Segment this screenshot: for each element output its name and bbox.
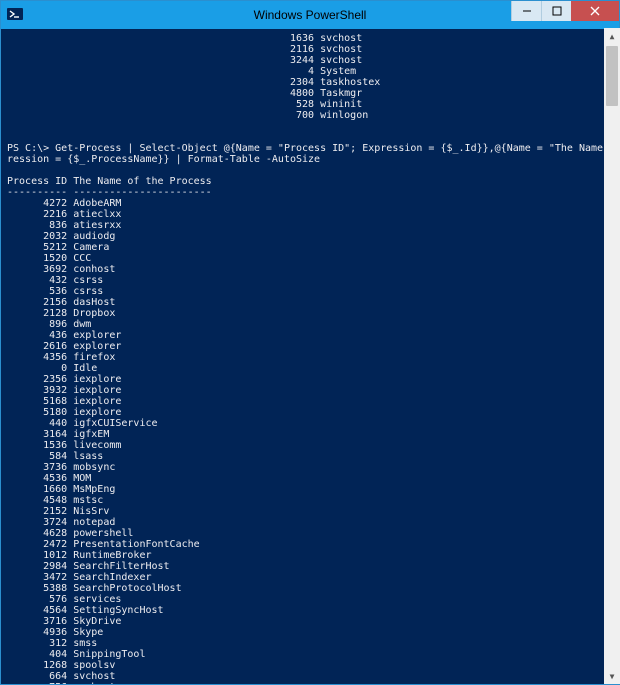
process-row: 2216 atieclxx bbox=[7, 209, 619, 220]
process-row: 664 svchost bbox=[7, 671, 619, 682]
process-row: 700 winlogon bbox=[7, 110, 619, 121]
process-row: 312 smss bbox=[7, 638, 619, 649]
scroll-down-button[interactable]: ▼ bbox=[604, 668, 620, 684]
process-row: 2304 taskhostex bbox=[7, 77, 619, 88]
scroll-thumb[interactable] bbox=[606, 46, 618, 106]
process-row: 440 igfxCUIService bbox=[7, 418, 619, 429]
table-divider: ---------- ----------------------- bbox=[7, 187, 619, 198]
close-button[interactable] bbox=[571, 1, 619, 21]
process-row: 756 svchost bbox=[7, 682, 619, 684]
process-row: 4356 firefox bbox=[7, 352, 619, 363]
process-row: 2032 audiodg bbox=[7, 231, 619, 242]
process-row: 3164 igfxEM bbox=[7, 429, 619, 440]
process-row: 3244 svchost bbox=[7, 55, 619, 66]
process-row: 2152 NisSrv bbox=[7, 506, 619, 517]
app-icon bbox=[7, 6, 23, 22]
process-row: 5212 Camera bbox=[7, 242, 619, 253]
command-line: PS C:\> Get-Process | Select-Object @{Na… bbox=[7, 143, 619, 154]
process-row: 4 System bbox=[7, 66, 619, 77]
command-line: ression = {$_.ProcessName}} | Format-Tab… bbox=[7, 154, 619, 165]
process-row: 404 SnippingTool bbox=[7, 649, 619, 660]
process-row: 4800 Taskmgr bbox=[7, 88, 619, 99]
process-row: 2472 PresentationFontCache bbox=[7, 539, 619, 550]
blank-line bbox=[7, 121, 619, 132]
process-row: 0 Idle bbox=[7, 363, 619, 374]
process-row: 1520 CCC bbox=[7, 253, 619, 264]
process-row: 3716 SkyDrive bbox=[7, 616, 619, 627]
process-row: 436 explorer bbox=[7, 330, 619, 341]
process-row: 4272 AdobeARM bbox=[7, 198, 619, 209]
process-row: 2616 explorer bbox=[7, 341, 619, 352]
process-row: 3736 mobsync bbox=[7, 462, 619, 473]
process-row: 1636 svchost bbox=[7, 33, 619, 44]
process-row: 432 csrss bbox=[7, 275, 619, 286]
process-row: 836 atiesrxx bbox=[7, 220, 619, 231]
maximize-button[interactable] bbox=[541, 1, 571, 21]
minimize-button[interactable] bbox=[511, 1, 541, 21]
process-row: 584 lsass bbox=[7, 451, 619, 462]
process-row: 2356 iexplore bbox=[7, 374, 619, 385]
process-row: 2984 SearchFilterHost bbox=[7, 561, 619, 572]
blank-line bbox=[7, 165, 619, 176]
process-row: 3724 notepad bbox=[7, 517, 619, 528]
process-row: 5168 iexplore bbox=[7, 396, 619, 407]
process-row: 2128 Dropbox bbox=[7, 308, 619, 319]
titlebar[interactable]: Windows PowerShell bbox=[1, 1, 619, 29]
process-row: 4564 SettingSyncHost bbox=[7, 605, 619, 616]
process-row: 4936 Skype bbox=[7, 627, 619, 638]
process-row: 1268 spoolsv bbox=[7, 660, 619, 671]
blank-line bbox=[7, 132, 619, 143]
table-header: Process ID The Name of the Process bbox=[7, 176, 619, 187]
process-row: 1536 livecomm bbox=[7, 440, 619, 451]
vertical-scrollbar[interactable]: ▲ ▼ bbox=[604, 28, 620, 684]
process-row: 576 services bbox=[7, 594, 619, 605]
process-row: 536 csrss bbox=[7, 286, 619, 297]
process-row: 2156 dasHost bbox=[7, 297, 619, 308]
process-row: 5388 SearchProtocolHost bbox=[7, 583, 619, 594]
terminal-output[interactable]: 1636 svchost 2116 svchost 3244 svchost 4… bbox=[1, 29, 619, 684]
process-row: 2116 svchost bbox=[7, 44, 619, 55]
process-row: 4548 mstsc bbox=[7, 495, 619, 506]
process-row: 1660 MsMpEng bbox=[7, 484, 619, 495]
process-row: 4536 MOM bbox=[7, 473, 619, 484]
process-row: 528 wininit bbox=[7, 99, 619, 110]
process-row: 5180 iexplore bbox=[7, 407, 619, 418]
window-controls bbox=[511, 1, 619, 21]
process-row: 3472 SearchIndexer bbox=[7, 572, 619, 583]
scroll-up-button[interactable]: ▲ bbox=[604, 28, 620, 44]
process-row: 4628 powershell bbox=[7, 528, 619, 539]
process-row: 3692 conhost bbox=[7, 264, 619, 275]
process-row: 1012 RuntimeBroker bbox=[7, 550, 619, 561]
process-row: 3932 iexplore bbox=[7, 385, 619, 396]
process-row: 896 dwm bbox=[7, 319, 619, 330]
powershell-window: Windows PowerShell 1636 svchost bbox=[0, 0, 620, 685]
